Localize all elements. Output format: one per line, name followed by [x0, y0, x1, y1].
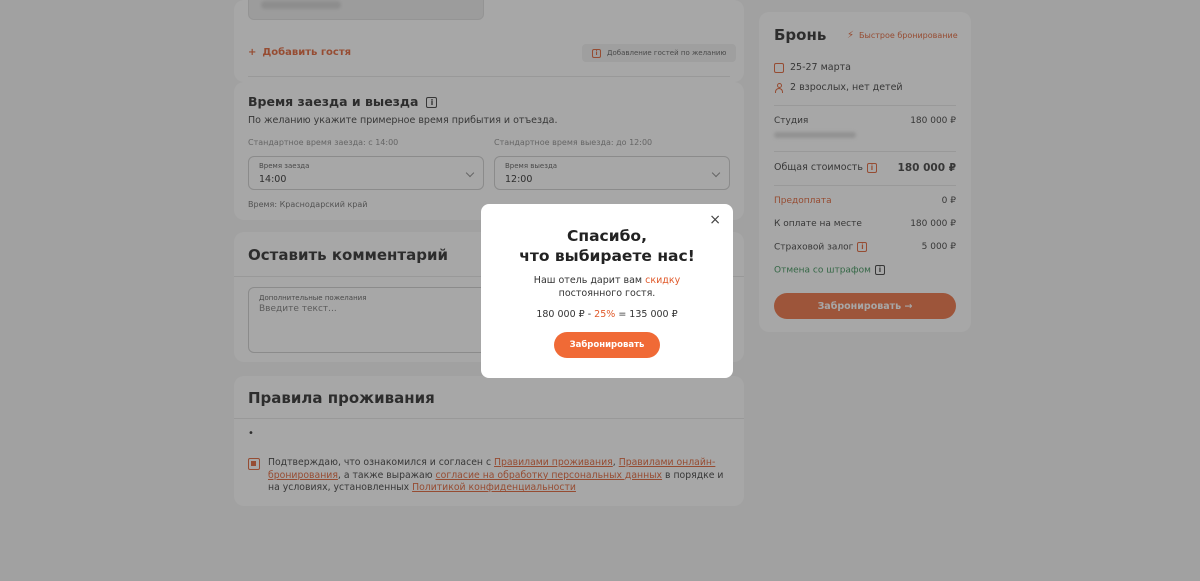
- modal-title-line1: Спасибо,: [567, 227, 647, 245]
- modal-body-suffix: постоянного гостя.: [558, 288, 656, 299]
- discount-modal: × Спасибо, что выбираете нас! Наш отель д…: [481, 204, 733, 378]
- discount-calculation: 180 000 ₽ - 25% = 135 000 ₽: [481, 309, 733, 320]
- calc-result: = 135 000 ₽: [615, 309, 678, 320]
- modal-book-button[interactable]: Забронировать: [554, 332, 660, 358]
- modal-title: Спасибо, что выбираете нас!: [481, 226, 733, 266]
- calc-base: 180 000 ₽ -: [536, 309, 595, 320]
- modal-body-accent: скидку: [645, 275, 681, 286]
- close-icon[interactable]: ×: [709, 213, 721, 227]
- calc-discount: 25%: [594, 309, 616, 320]
- modal-body-prefix: Наш отель дарит вам: [533, 275, 646, 286]
- modal-body: Наш отель дарит вам скидку постоянного го…: [481, 274, 733, 300]
- modal-title-line2: что выбираете нас!: [519, 247, 695, 265]
